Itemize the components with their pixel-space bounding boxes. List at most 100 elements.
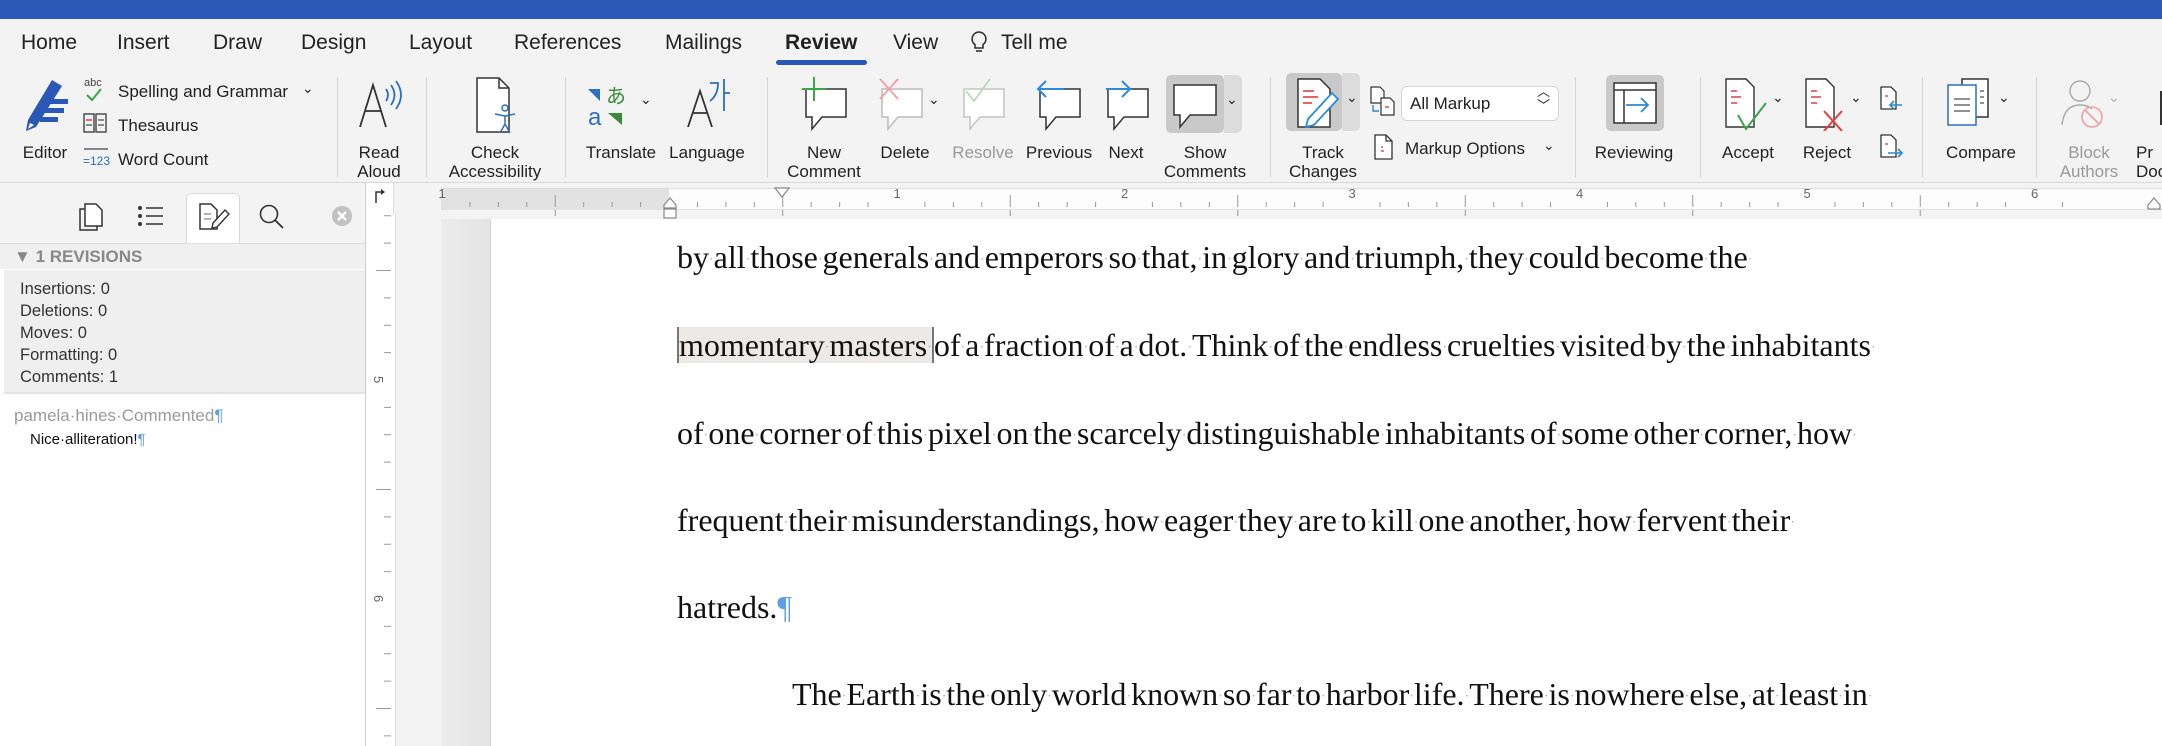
tab-stop-icon [375, 189, 385, 203]
right-indent-marker[interactable] [2146, 197, 2162, 211]
tell-me-search[interactable]: Tell me [1001, 31, 1068, 55]
first-line-indent-marker[interactable] [774, 187, 790, 199]
reviewing-label: Reviewing [1594, 143, 1674, 162]
space-mark: · [1852, 428, 1857, 444]
ruler-number: 3 [1349, 186, 1356, 201]
show-comments-label: Show Comments [1163, 143, 1247, 181]
read-aloud-button[interactable]: Read Aloud [346, 73, 412, 181]
tab-design[interactable]: Design [301, 31, 366, 55]
block-authors-button[interactable]: ⌄ Block Authors [2050, 73, 2128, 181]
thesaurus-button[interactable]: Thesaurus [118, 116, 198, 136]
accept-document-icon [1725, 78, 1767, 131]
editor-label: Editor [22, 143, 68, 162]
ruler-number: 5 [371, 376, 386, 383]
tab-review[interactable]: Review [785, 31, 857, 55]
document-line[interactable]: The·Earth·is·the·only·world·known·so·far… [792, 676, 1872, 713]
title-bar [0, 0, 2162, 19]
document-page[interactable]: by·all·those·generals·and·emperors·so·th… [491, 219, 2162, 746]
ruler-number: 1 [439, 186, 446, 201]
svg-text:abc: abc [84, 77, 102, 89]
ribbon-separator [565, 77, 566, 177]
delete-label: Delete [880, 143, 930, 162]
previous-label: Previous [1025, 143, 1093, 162]
chevron-down-icon[interactable]: ⌄ [302, 80, 314, 97]
vertical-ruler-ticks: 56 [371, 215, 391, 737]
space-mark: · [1790, 515, 1795, 531]
track-changes-label: Track Changes [1288, 143, 1358, 181]
ruler-number: 4 [1576, 186, 1583, 201]
show-comments-button[interactable]: ⌄ Show Comments [1164, 73, 1246, 181]
resolve-label: Resolve [952, 143, 1014, 162]
new-comment-button[interactable]: New Comment [782, 73, 866, 181]
compare-button[interactable]: ⌄ Compare [1936, 73, 2026, 175]
pilcrow-icon: ¶ [777, 589, 792, 625]
tab-draw[interactable]: Draw [213, 31, 262, 55]
ribbon-separator [1700, 77, 1701, 177]
word-count-button[interactable]: Word Count [118, 150, 208, 170]
close-pane-icon[interactable] [331, 205, 353, 227]
spelling-grammar-button[interactable]: Spelling and Grammar [118, 82, 288, 102]
deletions-count: Deletions: 0 [20, 302, 108, 320]
vertical-ruler[interactable]: 56 [366, 215, 396, 746]
revisions-pane: ▼ 1 REVISIONS Insertions: 0 Deletions: 0… [0, 183, 366, 746]
translate-icon: あ a [588, 84, 626, 129]
reject-button[interactable]: ⌄ Reject [1794, 73, 1868, 175]
next-comment-button[interactable]: Next [1098, 73, 1158, 175]
document-line[interactable]: of·one·corner·of·this·pixel·on·the·scarc… [677, 415, 1857, 452]
check-accessibility-label: Check Accessibility [448, 143, 542, 181]
track-changes-button[interactable]: ⌄ Track Changes [1284, 73, 1364, 181]
resolve-comment-button[interactable]: Resolve [948, 73, 1018, 175]
new-comment-icon [802, 77, 847, 131]
document-line[interactable]: hatreds.¶ [677, 589, 792, 626]
tab-layout[interactable]: Layout [409, 31, 472, 55]
search-icon[interactable] [258, 203, 286, 231]
resolve-comment-icon [963, 78, 1005, 131]
previous-change-icon[interactable] [1878, 85, 1904, 113]
delete-comment-button[interactable]: ⌄ Delete [870, 73, 940, 175]
markup-display-select[interactable]: All Markup ︿ ﹀ [1401, 85, 1559, 121]
revisions-header[interactable]: ▼ 1 REVISIONS [0, 243, 365, 269]
block-authors-label: Block Authors [2059, 143, 2119, 181]
thumbnails-icon[interactable] [78, 202, 104, 232]
tab-view[interactable]: View [893, 31, 938, 55]
outline-list-icon[interactable] [137, 204, 165, 228]
comment-author-line[interactable]: pamela·hines·Commented¶ [14, 406, 223, 426]
tab-references[interactable]: References [514, 31, 621, 55]
document-line[interactable]: by·all·those·generals·and·emperors·so·th… [677, 239, 1752, 276]
ruler-number: 5 [1804, 186, 1811, 201]
chevron-down-icon: ⌄ [1226, 91, 1238, 107]
accept-button[interactable]: ⌄ Accept [1712, 73, 1788, 175]
next-change-icon[interactable] [1878, 133, 1904, 163]
document-line[interactable]: frequent·their·misunderstandings,·how·ea… [677, 502, 1795, 539]
language-button[interactable]: Language [668, 73, 746, 175]
document-line[interactable]: momentary·masters·of·a·fraction·of·a·dot… [677, 327, 1876, 364]
reviewing-pane-button[interactable]: Reviewing [1588, 73, 1680, 175]
previous-comment-button[interactable]: Previous [1022, 73, 1096, 175]
protect-document-button[interactable]: Pr Doc [2132, 73, 2162, 181]
reject-label: Reject [1802, 143, 1852, 162]
pane-tabs [0, 183, 365, 243]
ribbon-separator [1575, 77, 1576, 177]
translate-button[interactable]: あ a ⌄ Translate [580, 73, 662, 175]
check-accessibility-button[interactable]: Check Accessibility [436, 73, 554, 181]
comments-count: Comments: 1 [20, 368, 119, 386]
ribbon-separator [426, 77, 427, 177]
language-icon [687, 79, 730, 128]
tab-mailings[interactable]: Mailings [665, 31, 742, 55]
reviewing-tab-icon[interactable] [197, 202, 231, 232]
chevron-down-icon: ⌄ [2108, 89, 2120, 105]
svg-text:=123: =123 [83, 154, 110, 168]
editor-button[interactable]: Editor [14, 73, 76, 165]
tab-selector[interactable] [366, 183, 394, 215]
tab-home[interactable]: Home [21, 31, 77, 55]
left-indent-marker[interactable] [661, 197, 679, 221]
show-comments-icon [1173, 84, 1217, 130]
formatting-count: Formatting: 0 [20, 346, 118, 364]
comment-anchor-highlight[interactable]: momentary·masters· [677, 327, 934, 363]
comment-text[interactable]: Nice·alliteration!¶ [30, 431, 146, 448]
lightbulb-icon [971, 31, 987, 52]
markup-options-button[interactable]: Markup Options [1405, 139, 1525, 159]
horizontal-ruler[interactable]: 1 1 2 3 4 5 6 [394, 183, 2162, 219]
ribbon-separator [1270, 77, 1271, 177]
tab-insert[interactable]: Insert [117, 31, 170, 55]
